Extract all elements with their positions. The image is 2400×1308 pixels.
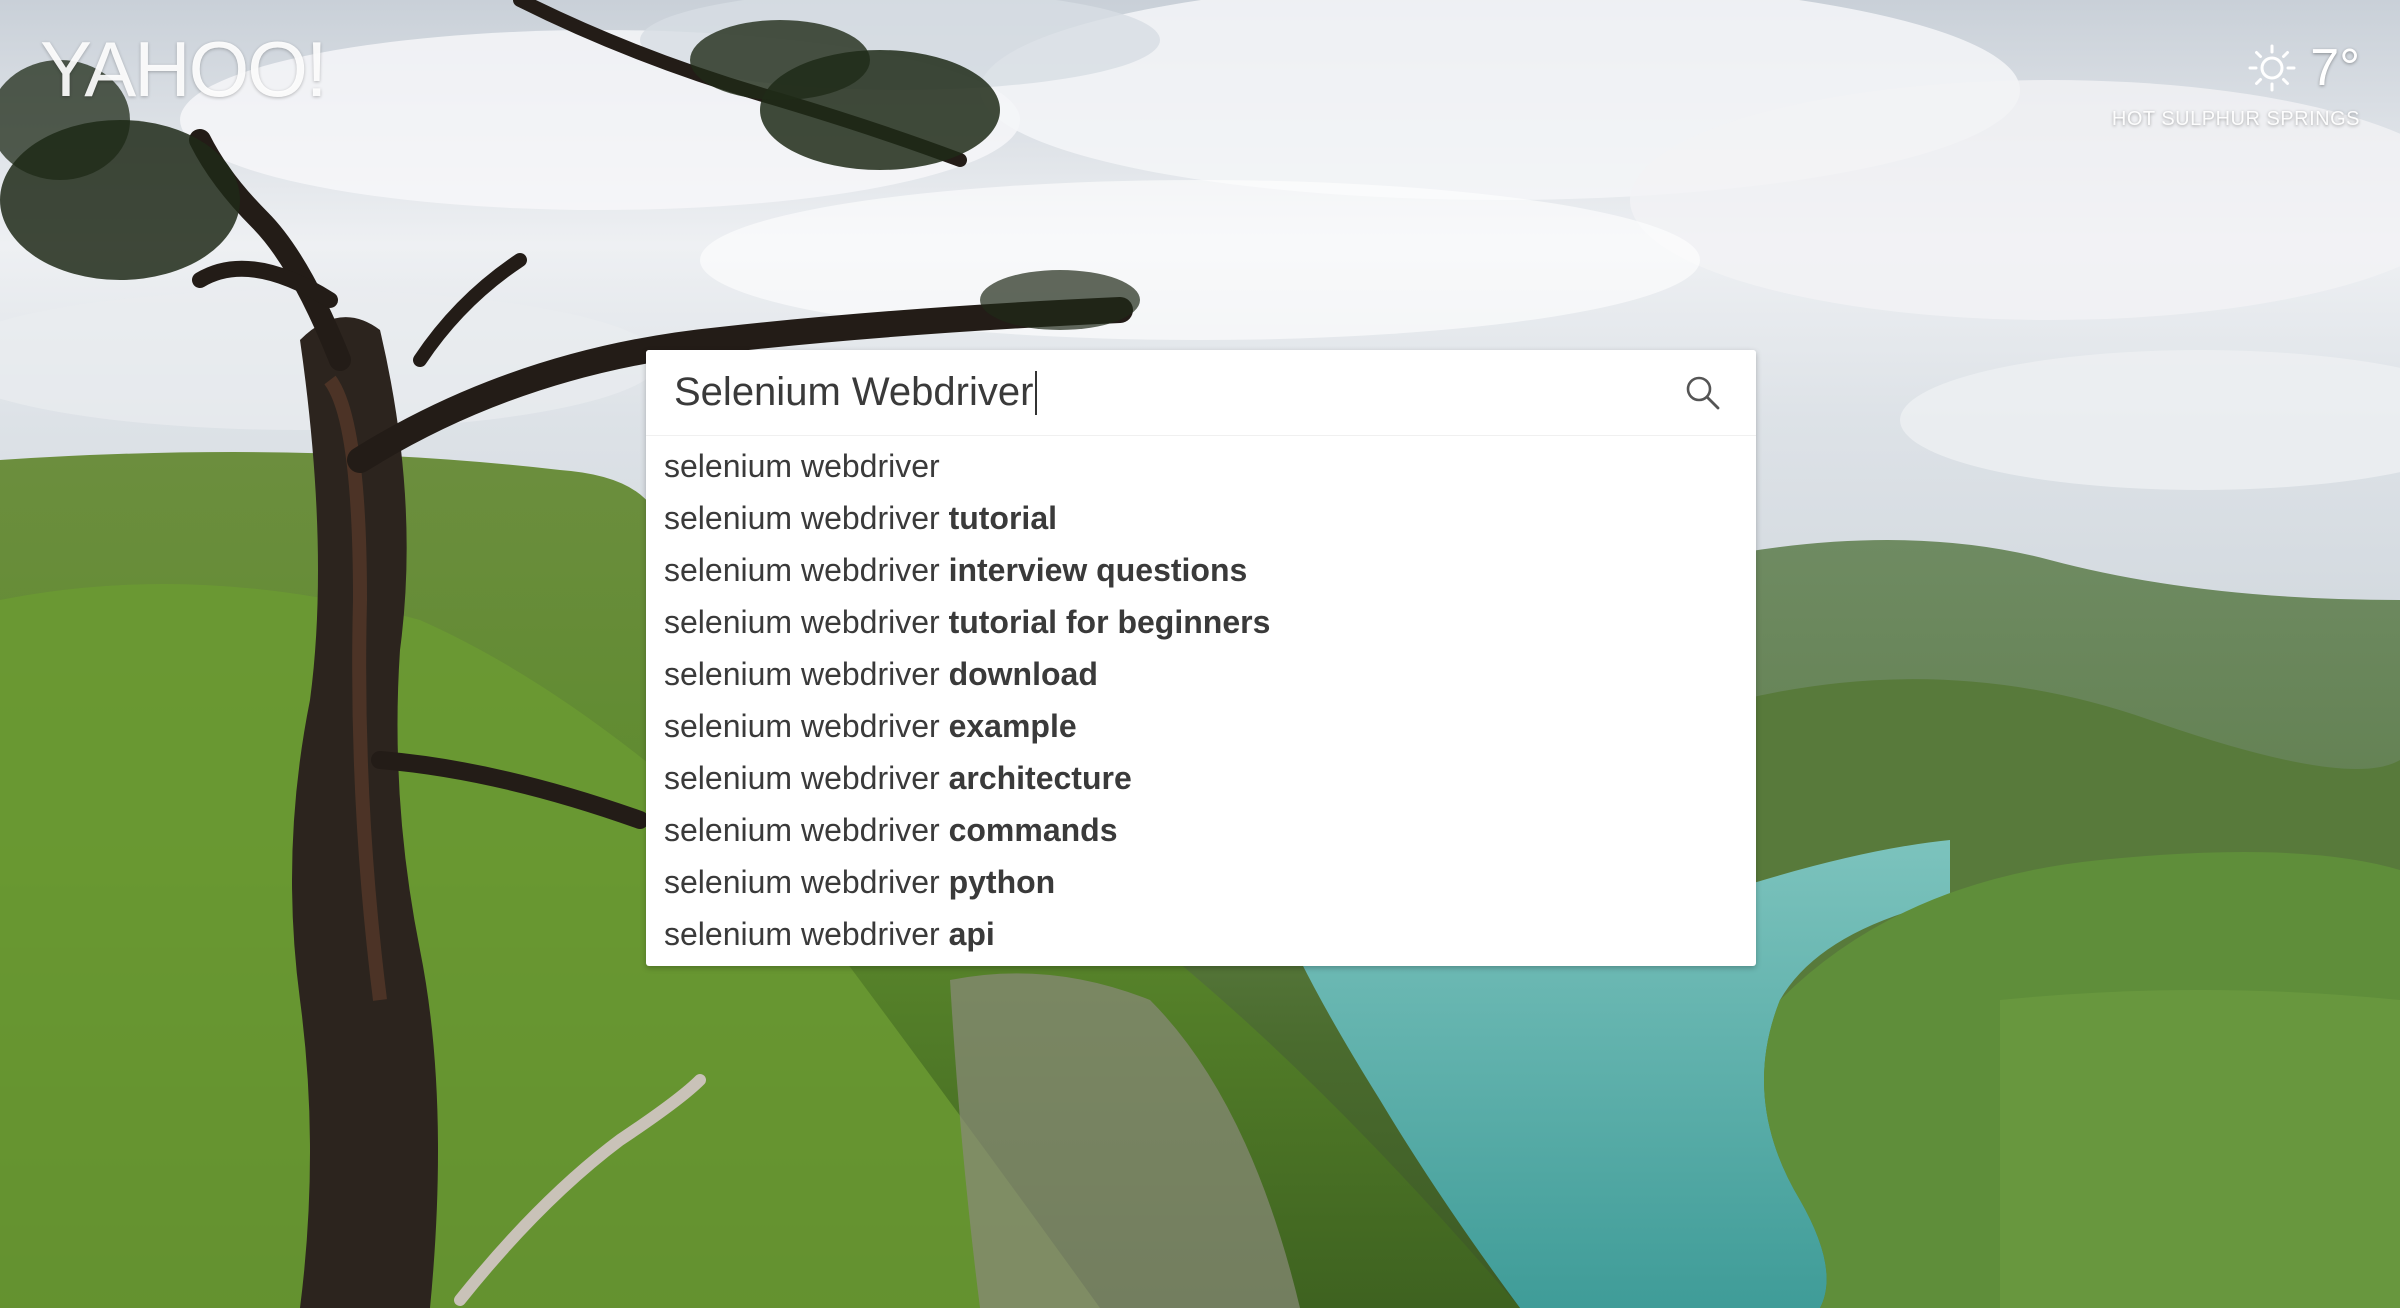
sun-icon: [2248, 44, 2296, 92]
suggestion-completion: tutorial: [948, 500, 1057, 536]
suggestion-prefix: selenium webdriver: [664, 448, 940, 484]
search-panel: Selenium Webdriver selenium webdriver sel…: [646, 350, 1756, 966]
suggestion-completion: architecture: [948, 760, 1132, 796]
weather-widget[interactable]: 7° HOT SULPHUR SPRINGS: [2112, 42, 2360, 131]
temperature: 7°: [2310, 39, 2360, 97]
suggestion-completion: download: [948, 656, 1098, 692]
suggestion-completion: commands: [948, 812, 1118, 848]
suggestion-completion: api: [948, 916, 995, 952]
suggestion-item[interactable]: selenium webdriver download: [646, 648, 1756, 700]
background-landscape: YAHOO! 7° HOT SULPHUR SPRINGS Selenium W…: [0, 0, 2400, 1308]
search-bar: Selenium Webdriver: [646, 350, 1756, 436]
suggestion-item[interactable]: selenium webdriver architecture: [646, 752, 1756, 804]
suggestion-item[interactable]: selenium webdriver api: [646, 908, 1756, 960]
yahoo-logo[interactable]: YAHOO!: [40, 30, 328, 108]
suggestion-item[interactable]: selenium webdriver tutorial for beginner…: [646, 596, 1756, 648]
suggestion-item[interactable]: selenium webdriver: [646, 440, 1756, 492]
suggestion-list: selenium webdriver selenium webdriver tut…: [646, 436, 1756, 966]
suggestion-item[interactable]: selenium webdriver tutorial: [646, 492, 1756, 544]
suggestion-prefix: selenium webdriver: [664, 604, 949, 640]
suggestion-item[interactable]: selenium webdriver example: [646, 700, 1756, 752]
suggestion-prefix: selenium webdriver: [664, 552, 949, 588]
suggestion-prefix: selenium webdriver: [664, 812, 949, 848]
suggestion-prefix: selenium webdriver: [664, 916, 949, 952]
suggestion-completion: tutorial for beginners: [948, 604, 1271, 640]
text-caret: [1035, 370, 1038, 415]
suggestion-prefix: selenium webdriver: [664, 864, 949, 900]
suggestion-item[interactable]: selenium webdriver python: [646, 856, 1756, 908]
suggestion-prefix: selenium webdriver: [664, 656, 949, 692]
search-query-text: Selenium Webdriver: [674, 370, 1034, 414]
suggestion-completion: interview questions: [948, 552, 1248, 588]
search-input[interactable]: Selenium Webdriver: [674, 370, 1684, 415]
suggestion-prefix: selenium webdriver: [664, 760, 949, 796]
search-icon[interactable]: [1684, 374, 1722, 412]
suggestion-prefix: selenium webdriver: [664, 708, 949, 744]
suggestion-item[interactable]: selenium webdriver interview questions: [646, 544, 1756, 596]
suggestion-item[interactable]: selenium webdriver commands: [646, 804, 1756, 856]
weather-location: HOT SULPHUR SPRINGS: [2111, 108, 2360, 130]
suggestion-completion: example: [948, 708, 1077, 744]
suggestion-completion: python: [948, 864, 1056, 900]
suggestion-prefix: selenium webdriver: [664, 500, 949, 536]
